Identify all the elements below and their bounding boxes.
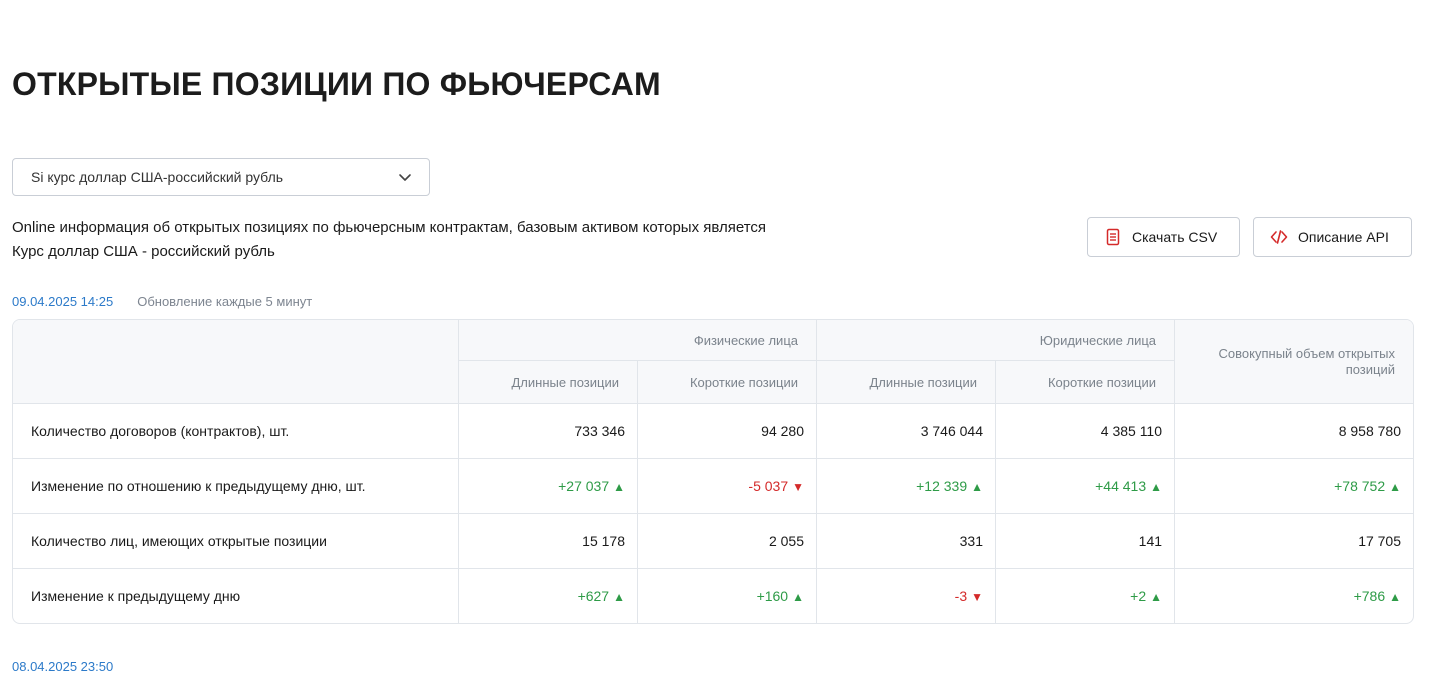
page-description: Online информация об открытых позициях п… (12, 219, 767, 260)
table-cell: 331 (816, 513, 995, 568)
cell-value: 2 055 (768, 533, 804, 549)
cell-value: +27 037 (558, 478, 610, 494)
triangle-up-icon: ▲ (1150, 590, 1163, 604)
table-cell: 4 385 110 (995, 403, 1175, 458)
table-row: Изменение по отношению к предыдущему дню… (13, 458, 1414, 513)
cell-value: 3 746 044 (920, 423, 983, 439)
triangle-up-icon: ▲ (792, 590, 804, 604)
table-row: Количество договоров (контрактов), шт. 73… (13, 403, 1414, 458)
download-csv-button[interactable]: Скачать CSV (1087, 217, 1240, 257)
table-cell: 733 346 (458, 403, 637, 458)
instrument-select[interactable]: Si курс доллар США-российский рубль (12, 158, 430, 196)
table-cell: 94 280 (637, 403, 816, 458)
table-cell: +44 413 ▲ (995, 458, 1175, 513)
table-cell: +160 ▲ (637, 568, 816, 623)
code-icon (1270, 230, 1288, 244)
triangle-up-icon: ▲ (971, 480, 983, 494)
row-label: Изменение по отношению к предыдущему дню… (13, 458, 458, 513)
cell-value: 15 178 (582, 533, 625, 549)
previous-date-link[interactable]: 08.04.2025 23:50 (12, 659, 113, 674)
chevron-down-icon (399, 174, 411, 181)
cell-value: 17 705 (1358, 533, 1402, 549)
table-cell: 15 178 (458, 513, 637, 568)
api-description-label: Описание API (1298, 229, 1389, 245)
cell-value: 94 280 (761, 423, 804, 439)
cell-value: +78 752 (1334, 478, 1386, 494)
cell-value: +12 339 (916, 478, 968, 494)
row-label: Изменение к предыдущему дню (13, 568, 458, 623)
cell-value: +160 (756, 588, 789, 604)
triangle-up-icon: ▲ (613, 480, 625, 494)
header-legal-long: Длинные позиции (816, 361, 995, 403)
table-cell: 8 958 780 (1174, 403, 1414, 458)
table-cell: +786 ▲ (1174, 568, 1414, 623)
update-note: Обновление каждые 5 минут (137, 294, 313, 309)
table-cell: 17 705 (1174, 513, 1414, 568)
table-cell: +627 ▲ (458, 568, 637, 623)
update-meta: 09.04.2025 14:25 Обновление каждые 5 мин… (12, 294, 312, 309)
cell-value: -3 (954, 588, 968, 604)
cell-value: +2 (1130, 588, 1147, 604)
cell-value: +786 (1353, 588, 1386, 604)
table-cell: +2 ▲ (995, 568, 1175, 623)
row-label: Количество лиц, имеющих открытые позиции (13, 513, 458, 568)
cell-value: +44 413 (1095, 478, 1147, 494)
current-date-link[interactable]: 09.04.2025 14:25 (12, 294, 113, 309)
cell-value: 8 958 780 (1338, 423, 1402, 439)
header-total-open-interest: Совокупный объем открытых позиций (1174, 320, 1414, 403)
table-row: Количество лиц, имеющих открытые позиции… (13, 513, 1414, 568)
header-individuals: Физические лица (458, 320, 816, 361)
header-individuals-long: Длинные позиции (458, 361, 637, 403)
cell-value: -5 037 (748, 478, 789, 494)
cell-value: 141 (1138, 533, 1163, 549)
table-cell: -5 037 ▼ (637, 458, 816, 513)
instrument-select-value: Si курс доллар США-российский рубль (31, 169, 284, 185)
cell-value: 733 346 (574, 423, 625, 439)
table-cell: +12 339 ▲ (816, 458, 995, 513)
table-cell: 141 (995, 513, 1175, 568)
table-cell: +78 752 ▲ (1174, 458, 1414, 513)
table-cell: 3 746 044 (816, 403, 995, 458)
triangle-up-icon: ▲ (1150, 480, 1163, 494)
triangle-up-icon: ▲ (613, 590, 625, 604)
triangle-down-icon: ▼ (971, 590, 983, 604)
table-row: Изменение к предыдущему дню +627 ▲ +160 ▲ -3 ▼… (13, 568, 1414, 623)
triangle-up-icon: ▲ (1389, 480, 1402, 494)
api-description-button[interactable]: Описание API (1253, 217, 1412, 257)
cell-value: 4 385 110 (1100, 423, 1163, 439)
page-title: ОТКРЫТЫЕ ПОЗИЦИИ ПО ФЬЮЧЕРСАМ (12, 66, 661, 102)
document-icon (1106, 228, 1120, 246)
positions-table: Физические лица Юридические лица Совокуп… (12, 319, 1415, 624)
header-legal-entities: Юридические лица (816, 320, 1175, 361)
row-label: Количество договоров (контрактов), шт. (13, 403, 458, 458)
cell-value: 331 (959, 533, 983, 549)
table-cell: +27 037 ▲ (458, 458, 637, 513)
header-blank (13, 320, 458, 403)
header-legal-short: Короткие позиции (995, 361, 1175, 403)
triangle-up-icon: ▲ (1389, 590, 1402, 604)
triangle-down-icon: ▼ (792, 480, 804, 494)
table-cell: -3 ▼ (816, 568, 995, 623)
cell-value: +627 (577, 588, 610, 604)
table-cell: 2 055 (637, 513, 816, 568)
download-csv-label: Скачать CSV (1132, 229, 1218, 245)
header-individuals-short: Короткие позиции (637, 361, 816, 403)
